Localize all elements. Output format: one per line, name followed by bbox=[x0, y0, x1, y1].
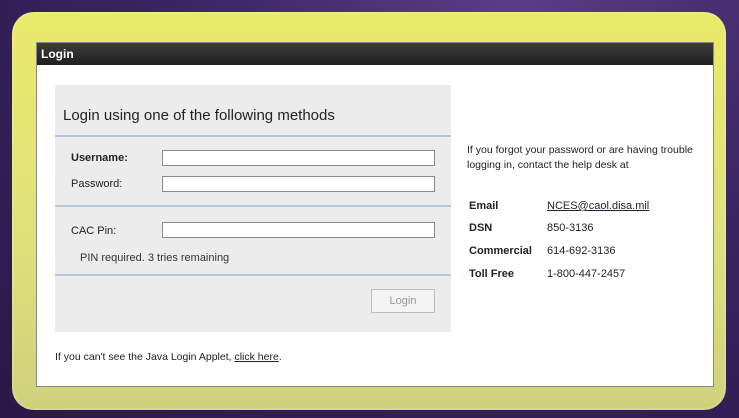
password-label: Password: bbox=[71, 178, 123, 190]
pin-status-text: PIN required. 3 tries remaining bbox=[80, 252, 230, 264]
contact-value: 850-3136 bbox=[547, 222, 594, 234]
cac-pin-input[interactable] bbox=[162, 222, 435, 238]
password-input[interactable] bbox=[162, 176, 435, 192]
contact-key: DSN bbox=[469, 222, 493, 234]
footer-text: If you can't see the Java Login Applet, bbox=[55, 351, 235, 363]
contact-key: Email bbox=[469, 200, 499, 212]
window-title: Login bbox=[37, 43, 713, 65]
login-heading: Login using one of the following methods bbox=[63, 107, 335, 124]
divider bbox=[55, 135, 451, 137]
click-here-link[interactable]: click here bbox=[234, 351, 278, 363]
email-link[interactable]: NCES@caol.disa.mil bbox=[547, 200, 649, 212]
contact-value: 1-800-447-2457 bbox=[547, 268, 626, 280]
contact-key: Toll Free bbox=[469, 268, 515, 280]
divider bbox=[55, 205, 451, 207]
help-text: If you forgot your password or are havin… bbox=[467, 144, 693, 171]
contact-value: 614-692-3136 bbox=[547, 245, 616, 257]
contact-key: Commercial bbox=[469, 245, 532, 257]
username-label: Username: bbox=[71, 152, 128, 164]
login-button[interactable]: Login bbox=[371, 289, 435, 313]
username-input[interactable] bbox=[162, 150, 435, 166]
cac-pin-label: CAC Pin: bbox=[71, 225, 117, 237]
footer-suffix: . bbox=[278, 351, 282, 363]
java-applet-footer: If you can't see the Java Login Applet, … bbox=[55, 351, 282, 363]
login-panel: Login using one of the following methods… bbox=[55, 85, 451, 332]
divider bbox=[55, 274, 451, 276]
login-window: Login Login using one of the following m… bbox=[36, 42, 714, 387]
